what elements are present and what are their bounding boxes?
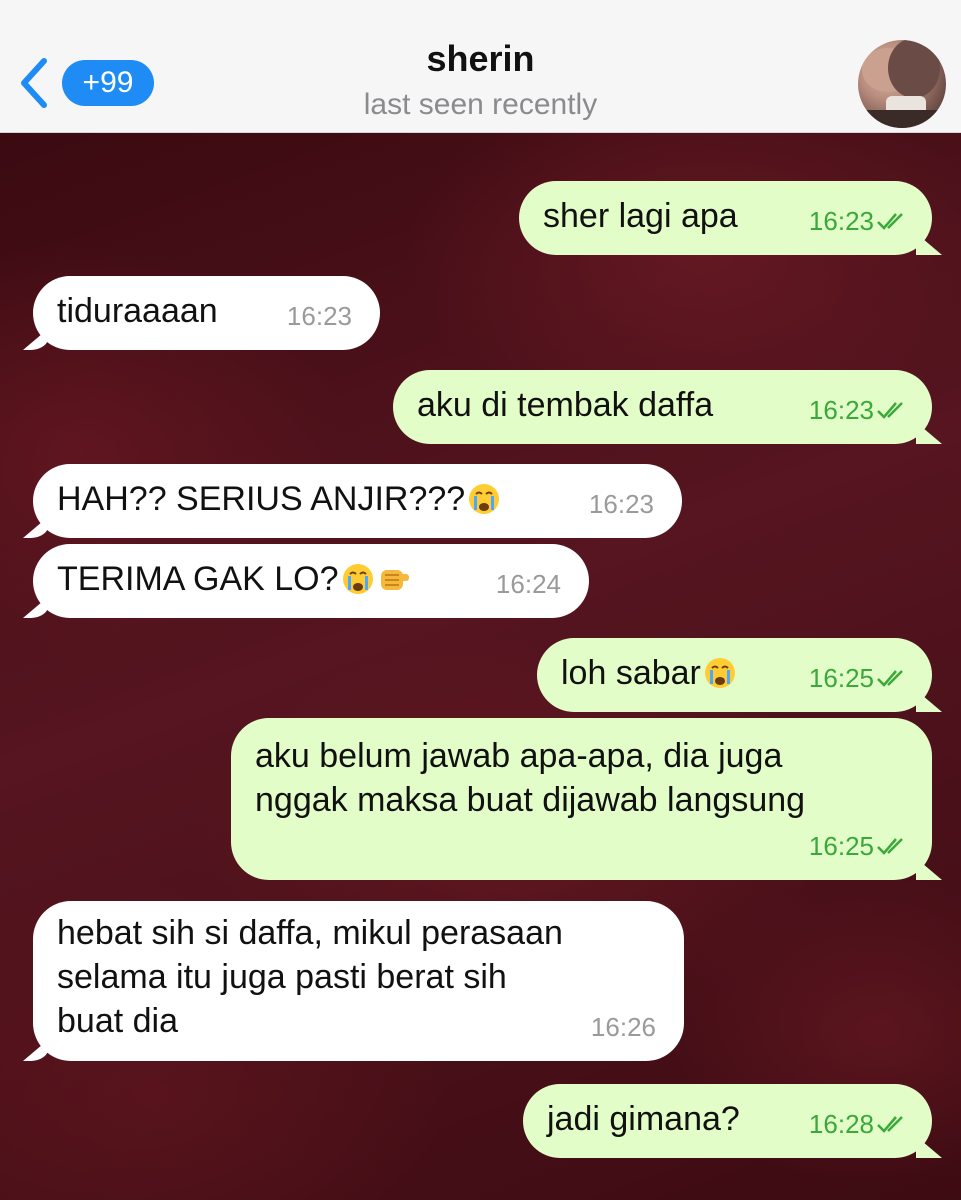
contact-name[interactable]: sherin: [0, 38, 961, 80]
message-time: 16:24: [495, 569, 561, 599]
message-time: 16:23: [809, 388, 910, 432]
crying-face-emoji: [469, 484, 500, 514]
message-text: TERIMA GAK LO?: [57, 560, 339, 598]
message-line: nggak maksa buat dijawab langsung: [255, 781, 806, 819]
crying-face-emoji: [704, 658, 735, 688]
message-incoming[interactable]: TERIMA GAK LO? 16:24: [33, 544, 589, 618]
message-text: sher lagi apa: [543, 197, 738, 235]
message-time: 16:23: [588, 489, 654, 519]
message-time: 16:26: [590, 1012, 656, 1042]
message-text: tiduraaaan: [57, 292, 218, 330]
message-text: jadi gimana?: [547, 1100, 740, 1138]
message-line: buat dia: [57, 1002, 178, 1040]
message-time: 16:25: [809, 656, 910, 700]
double-check-icon: [877, 670, 903, 687]
contact-avatar[interactable]: [858, 40, 946, 128]
message-incoming[interactable]: tiduraaaan 16:23: [33, 276, 380, 350]
message-outgoing[interactable]: sher lagi apa 16:23: [519, 181, 932, 255]
message-line: aku belum jawab apa-apa, dia juga: [255, 737, 783, 775]
message-incoming[interactable]: hebat sih si daffa, mikul perasaan selam…: [33, 901, 684, 1061]
double-check-icon: [877, 838, 903, 855]
crying-face-emoji: [342, 564, 373, 594]
message-outgoing[interactable]: loh sabar 16:25: [537, 638, 932, 712]
avatar-photo: [858, 40, 946, 128]
double-check-icon: [877, 1116, 903, 1133]
message-time: 16:25: [809, 824, 910, 868]
double-check-icon: [877, 402, 903, 419]
pointing-fist-emoji: [380, 570, 409, 590]
double-check-icon: [877, 213, 903, 230]
message-outgoing[interactable]: jadi gimana? 16:28: [523, 1084, 932, 1158]
message-text: loh sabar: [561, 654, 701, 692]
message-time: 16:23: [809, 199, 910, 243]
message-time: 16:28: [809, 1102, 910, 1146]
message-outgoing[interactable]: aku belum jawab apa-apa, dia juga nggak …: [231, 718, 932, 880]
message-text: HAH?? SERIUS ANJIR???: [57, 480, 466, 518]
contact-status: last seen recently: [363, 88, 598, 121]
message-line: selama itu juga pasti berat sih: [57, 958, 507, 996]
chat-header: +99 sherin last seen recently: [0, 0, 961, 133]
message-time: 16:23: [286, 301, 352, 331]
message-outgoing[interactable]: aku di tembak daffa 16:23: [393, 370, 932, 444]
message-text: aku di tembak daffa: [417, 386, 714, 424]
chat-area[interactable]: sher lagi apa 16:23 tiduraaaan 16:23 aku…: [0, 133, 961, 1200]
message-line: hebat sih si daffa, mikul perasaan: [57, 914, 563, 952]
message-incoming[interactable]: HAH?? SERIUS ANJIR??? 16:23: [33, 464, 682, 538]
